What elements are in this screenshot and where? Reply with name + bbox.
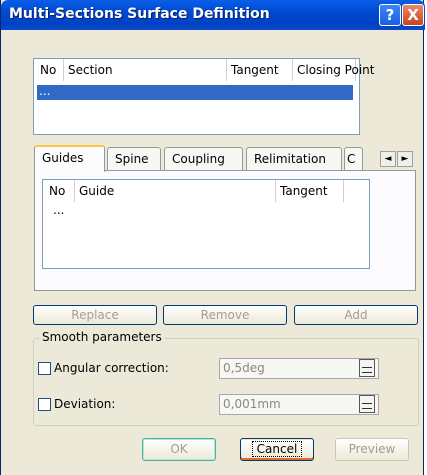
angular-correction-checkbox[interactable] <box>38 362 51 375</box>
deviation-spinner-icon[interactable] <box>359 395 375 413</box>
guides-column-tangent[interactable]: Tangent <box>276 180 344 202</box>
sections-column-no[interactable]: No <box>36 59 64 81</box>
sections-row-placeholder: ... <box>39 84 51 98</box>
tab-spine[interactable]: Spine <box>107 147 161 171</box>
tab-scroll-right-icon[interactable]: ► <box>397 151 413 167</box>
angular-correction-label: Angular correction: <box>54 361 169 375</box>
tab-guides[interactable]: Guides <box>34 145 105 172</box>
deviation-label: Deviation: <box>54 397 116 411</box>
sections-list[interactable]: No Section Tangent Closing Point ... <box>33 58 374 135</box>
add-button[interactable]: Add <box>294 305 418 325</box>
ok-button[interactable]: OK <box>142 438 216 461</box>
guides-tab-panel: No Guide Tangent ... <box>34 170 416 291</box>
guides-list[interactable]: No Guide Tangent ... <box>42 179 370 269</box>
remove-button[interactable]: Remove <box>163 305 287 325</box>
angular-correction-input[interactable]: 0,5deg <box>219 358 379 379</box>
preview-button[interactable]: Preview <box>335 438 409 461</box>
sections-column-section[interactable]: Section <box>64 59 227 81</box>
smooth-parameters-label: Smooth parameters <box>39 330 165 344</box>
dialog-window: Multi-Sections Surface Definition ? X No… <box>0 0 425 475</box>
guides-row-placeholder[interactable]: ... <box>53 203 64 217</box>
window-title: Multi-Sections Surface Definition <box>9 6 270 22</box>
title-bar[interactable]: Multi-Sections Surface Definition ? X <box>1 0 425 30</box>
sections-column-closing-point[interactable]: Closing Point <box>293 59 374 81</box>
guides-column-guide[interactable]: Guide <box>75 180 276 202</box>
tab-truncated[interactable]: C <box>344 147 363 171</box>
close-button[interactable]: X <box>402 4 424 26</box>
sections-row-selected[interactable]: ... <box>37 85 353 100</box>
deviation-checkbox[interactable] <box>38 398 51 411</box>
guides-column-no[interactable]: No <box>45 180 75 202</box>
deviation-input[interactable]: 0,001mm <box>219 394 379 415</box>
angular-correction-spinner-icon[interactable] <box>359 359 375 377</box>
tab-relimitation[interactable]: Relimitation <box>246 147 342 171</box>
help-button[interactable]: ? <box>379 4 401 26</box>
cancel-button[interactable]: Cancel <box>240 438 314 461</box>
cancel-button-label: Cancel <box>251 441 303 457</box>
tab-scroll-left-icon[interactable]: ◄ <box>380 151 396 167</box>
tab-coupling[interactable]: Coupling <box>164 147 243 171</box>
sections-column-tangent[interactable]: Tangent <box>227 59 293 81</box>
replace-button[interactable]: Replace <box>33 305 157 325</box>
